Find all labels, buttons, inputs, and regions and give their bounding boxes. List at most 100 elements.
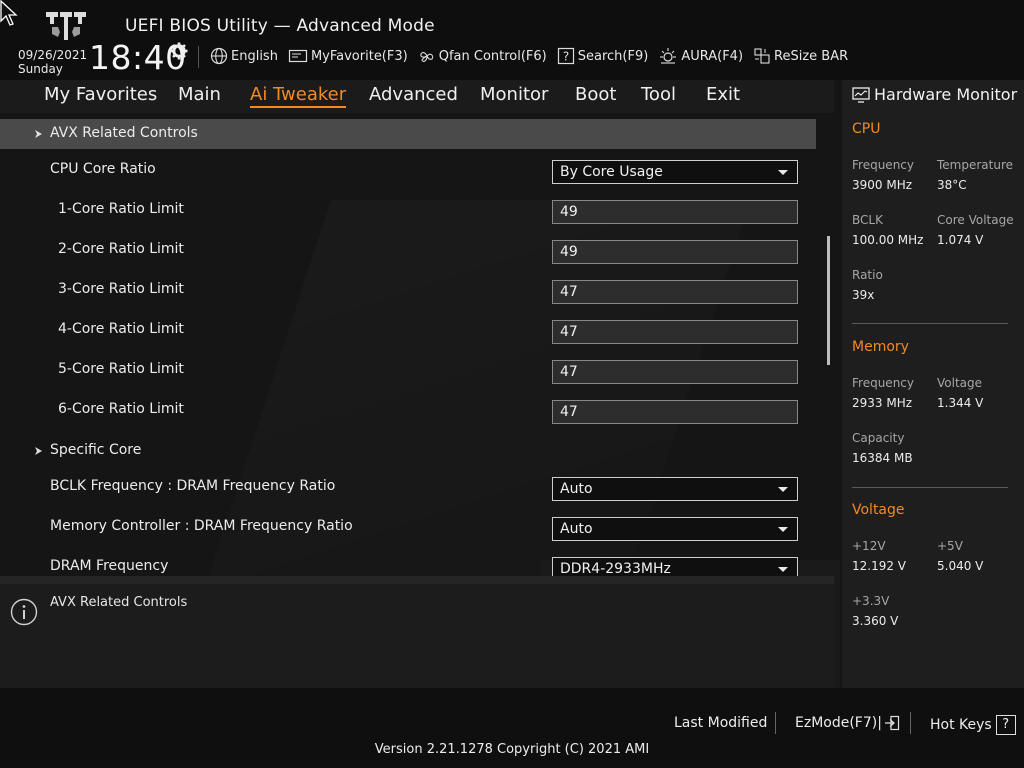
cpu-frequency-value: 3900 MHz: [852, 178, 913, 192]
hot-keys-label: Hot Keys: [930, 717, 992, 733]
capacity-label: Capacity: [852, 431, 905, 445]
svg-text:?: ?: [563, 50, 569, 64]
4-core-ratio-input[interactable]: 47: [552, 320, 798, 344]
setting-label: BCLK Frequency : DRAM Frequency Ratio: [50, 478, 336, 494]
tab-exit[interactable]: Exit: [706, 84, 740, 105]
setting-1-core-ratio-limit: 1-Core Ratio Limit 49: [0, 195, 816, 225]
ezmode-label: EzMode(F7)|: [795, 715, 882, 731]
setting-specific-core[interactable]: Specific Core: [0, 436, 816, 466]
qfan-control-label: Qfan Control(F6): [438, 48, 547, 64]
setting-label: 2-Core Ratio Limit: [58, 241, 184, 257]
resize-bar-button[interactable]: ReSize BAR: [753, 47, 848, 65]
setting-label: 1-Core Ratio Limit: [58, 201, 184, 217]
aura-label: AURA(F4): [681, 48, 744, 64]
search-label: Search(F9): [577, 48, 649, 64]
help-key-icon: ?: [995, 715, 1016, 735]
chevron-down-icon: [778, 567, 788, 572]
hot-keys-button[interactable]: Hot Keys ?: [930, 715, 1016, 735]
tab-boot[interactable]: Boot: [575, 84, 616, 105]
core-voltage-label: Core Voltage: [937, 213, 1014, 227]
cpu-temperature-value: 38°C: [937, 178, 967, 192]
ratio-value: 39x: [852, 288, 875, 302]
settings-panel: AVX Related Controls CPU Core Ratio By C…: [0, 113, 834, 576]
setting-label: CPU Core Ratio: [50, 161, 156, 177]
cpu-core-ratio-select[interactable]: By Core Usage: [552, 160, 798, 184]
last-modified-button[interactable]: Last Modified: [674, 715, 767, 731]
globe-icon: [210, 47, 228, 65]
bclk-dram-ratio-select[interactable]: Auto: [552, 477, 798, 501]
input-value: 47: [560, 364, 578, 380]
setting-avx-related-controls[interactable]: AVX Related Controls: [0, 119, 816, 149]
tab-tool[interactable]: Tool: [641, 84, 676, 105]
select-value: DDR4-2933MHz: [560, 561, 671, 576]
memory-frequency-value: 2933 MHz: [852, 396, 913, 410]
qfan-control-button[interactable]: Qfan Control(F6): [418, 47, 547, 65]
bclk-value: 100.00 MHz: [852, 233, 924, 247]
bclk-label: BCLK: [852, 213, 883, 227]
settings-scrollbar[interactable]: [827, 236, 830, 365]
section-divider: [852, 323, 1008, 324]
help-panel: AVX Related Controls: [0, 584, 834, 688]
search-button[interactable]: ? Search(F9): [557, 47, 649, 65]
language-label: English: [231, 48, 278, 64]
setting-label: 5-Core Ratio Limit: [58, 361, 184, 377]
footer: Last Modified EzMode(F7)| Hot Keys ? Ver…: [0, 688, 1024, 768]
ezmode-button[interactable]: EzMode(F7)|: [795, 715, 900, 731]
voltage-section-title: Voltage: [852, 502, 905, 518]
5-core-ratio-input[interactable]: 47: [552, 360, 798, 384]
6-core-ratio-input[interactable]: 47: [552, 400, 798, 424]
submenu-arrow-icon: [35, 130, 42, 138]
chevron-down-icon: [778, 487, 788, 492]
aura-button[interactable]: AURA(F4): [658, 47, 743, 65]
tab-advanced[interactable]: Advanced: [369, 84, 458, 105]
tab-my-favorites[interactable]: My Favorites: [44, 84, 157, 105]
input-value: 49: [560, 244, 578, 260]
3v3-label: +3.3V: [852, 594, 890, 608]
header: UEFI BIOS Utility — Advanced Mode 09/26/…: [0, 0, 1024, 80]
select-value: By Core Usage: [560, 164, 663, 180]
chevron-down-icon: [778, 170, 788, 175]
section-divider: [852, 487, 1008, 488]
input-value: 49: [560, 204, 578, 220]
dram-frequency-select[interactable]: DDR4-2933MHz: [552, 557, 798, 576]
memory-section-title: Memory: [852, 339, 909, 355]
setting-label: DRAM Frequency: [50, 558, 169, 574]
myfavorite-button[interactable]: MyFavorite(F3): [288, 48, 408, 64]
favorite-icon: [288, 49, 308, 63]
input-value: 47: [560, 404, 578, 420]
tab-main[interactable]: Main: [178, 84, 221, 105]
2-core-ratio-input[interactable]: 49: [552, 240, 798, 264]
memory-controller-ratio-select[interactable]: Auto: [552, 517, 798, 541]
setting-label: AVX Related Controls: [50, 125, 198, 141]
setting-2-core-ratio-limit: 2-Core Ratio Limit 49: [0, 235, 816, 265]
ratio-label: Ratio: [852, 268, 883, 282]
tab-monitor[interactable]: Monitor: [480, 84, 548, 105]
language-button[interactable]: English: [210, 47, 278, 65]
gear-icon[interactable]: [170, 42, 188, 60]
3v3-value: 3.360 V: [852, 614, 899, 628]
setting-label: 3-Core Ratio Limit: [58, 281, 184, 297]
setting-label: 6-Core Ratio Limit: [58, 401, 184, 417]
toolbar-divider: [198, 46, 199, 68]
footer-divider: [910, 712, 911, 734]
exit-arrow-icon: [884, 715, 900, 731]
setting-memory-controller-dram-ratio: Memory Controller : DRAM Frequency Ratio…: [0, 512, 816, 542]
12v-value: 12.192 V: [852, 559, 907, 573]
1-core-ratio-input[interactable]: 49: [552, 200, 798, 224]
day-of-week: Sunday: [18, 62, 63, 76]
memory-voltage-label: Voltage: [937, 376, 983, 390]
resize-bar-label: ReSize BAR: [774, 48, 849, 64]
setting-3-core-ratio-limit: 3-Core Ratio Limit 47: [0, 275, 816, 305]
cpu-temperature-label: Temperature: [937, 158, 1014, 172]
setting-cpu-core-ratio: CPU Core Ratio By Core Usage: [0, 155, 816, 185]
tab-ai-tweaker[interactable]: Ai Tweaker: [250, 84, 347, 108]
version-text: Version 2.21.1278 Copyright (C) 2021 AMI: [374, 742, 650, 757]
memory-frequency-label: Frequency: [852, 376, 914, 390]
app-title: UEFI BIOS Utility — Advanced Mode: [125, 16, 435, 36]
capacity-value: 16384 MB: [852, 451, 913, 465]
12v-label: +12V: [852, 539, 886, 553]
toolbar: English MyFavorite(F3) Qfan Control(F6) …: [210, 46, 858, 66]
help-text: AVX Related Controls: [50, 595, 188, 610]
input-value: 47: [560, 284, 578, 300]
3-core-ratio-input[interactable]: 47: [552, 280, 798, 304]
